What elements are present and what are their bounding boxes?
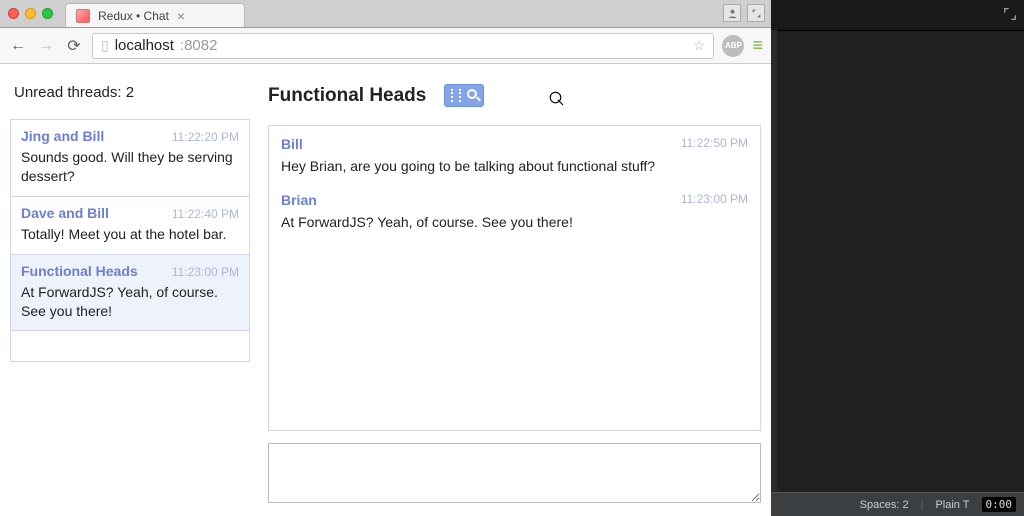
thread-list: Jing and Bill 11:22:20 PM Sounds good. W… — [10, 119, 250, 362]
status-clock: 0:00 — [982, 497, 1017, 512]
message-time: 11:23:00 PM — [681, 192, 748, 208]
main-panel: Functional Heads Bill 11:22:50 PM — [268, 84, 761, 506]
browser-toolbar: ← → ⟳ ▯ localhost :8082 ☆ ABP ≡ — [0, 28, 771, 64]
thread-item[interactable]: Dave and Bill 11:22:40 PM Totally! Meet … — [11, 197, 249, 255]
fullscreen-icon[interactable] — [747, 4, 765, 22]
sidebar: Unread threads: 2 Jing and Bill 11:22:20… — [10, 84, 250, 506]
text-editor-window: Spaces: 2| Plain T 0:00 — [771, 0, 1024, 516]
forward-button[interactable]: → — [36, 37, 56, 55]
message-item: Brian 11:23:00 PM At ForwardJS? Yeah, of… — [281, 192, 748, 230]
reload-button[interactable]: ⟳ — [64, 36, 84, 56]
window-close-icon[interactable] — [8, 8, 19, 19]
back-button[interactable]: ← — [8, 37, 28, 55]
message-list: Bill 11:22:50 PM Hey Brian, are you goin… — [268, 125, 761, 431]
mouse-cursor-icon — [548, 90, 566, 111]
thread-item-selected[interactable]: Functional Heads 11:23:00 PM At ForwardJ… — [11, 255, 249, 332]
window-minimize-icon[interactable] — [25, 8, 36, 19]
thread-title: Functional Heads — [268, 85, 426, 107]
devtools-badge[interactable] — [444, 84, 484, 107]
thread-time: 11:22:20 PM — [172, 130, 239, 144]
message-time: 11:22:50 PM — [681, 136, 748, 152]
tab-strip: Redux • Chat × — [0, 0, 771, 28]
url-input[interactable]: ▯ localhost :8082 ☆ — [92, 33, 714, 59]
editor-body[interactable] — [777, 30, 1024, 492]
menu-icon[interactable]: ≡ — [752, 35, 763, 56]
window-zoom-icon[interactable] — [42, 8, 53, 19]
grid-icon — [451, 89, 461, 102]
chat-app: Unread threads: 2 Jing and Bill 11:22:20… — [0, 64, 771, 516]
bookmark-star-icon[interactable]: ☆ — [693, 37, 706, 54]
status-syntax[interactable]: Plain T — [935, 499, 969, 511]
url-host: localhost — [115, 37, 174, 54]
thread-name: Jing and Bill — [21, 128, 104, 144]
message-author: Bill — [281, 136, 303, 152]
message-body: At ForwardJS? Yeah, of course. See you t… — [281, 214, 748, 230]
thread-name: Functional Heads — [21, 263, 138, 279]
thread-preview: Sounds good. Will they be serving desser… — [21, 148, 239, 186]
search-icon — [467, 89, 477, 99]
thread-preview: Totally! Meet you at the hotel bar. — [21, 225, 239, 244]
status-spaces[interactable]: Spaces: 2 — [860, 499, 909, 511]
window-traffic-lights — [0, 0, 53, 27]
tab-title: Redux • Chat — [98, 9, 169, 23]
editor-titlebar — [771, 0, 1024, 30]
thread-name: Dave and Bill — [21, 205, 109, 221]
fullscreen-icon[interactable] — [1002, 6, 1018, 22]
unread-threads-label: Unread threads: 2 — [10, 84, 250, 101]
thread-time: 11:23:00 PM — [172, 265, 239, 279]
message-body: Hey Brian, are you going to be talking a… — [281, 158, 748, 174]
message-item: Bill 11:22:50 PM Hey Brian, are you goin… — [281, 136, 748, 174]
thread-preview: At ForwardJS? Yeah, of course. See you t… — [21, 283, 239, 321]
close-icon[interactable]: × — [177, 8, 185, 24]
favicon-icon — [76, 9, 90, 23]
page-icon: ▯ — [101, 37, 109, 54]
user-icon[interactable] — [723, 4, 741, 22]
composer — [268, 443, 761, 506]
adblock-icon[interactable]: ABP — [722, 35, 744, 57]
message-input[interactable] — [268, 443, 761, 503]
editor-status-bar: Spaces: 2| Plain T 0:00 — [771, 492, 1024, 516]
thread-time: 11:22:40 PM — [172, 207, 239, 221]
message-author: Brian — [281, 192, 317, 208]
url-port: :8082 — [180, 37, 218, 54]
browser-tab[interactable]: Redux • Chat × — [65, 3, 245, 27]
thread-item[interactable]: Jing and Bill 11:22:20 PM Sounds good. W… — [11, 120, 249, 197]
browser-window: Redux • Chat × ← → ⟳ ▯ localhost :8082 ☆ — [0, 0, 771, 516]
